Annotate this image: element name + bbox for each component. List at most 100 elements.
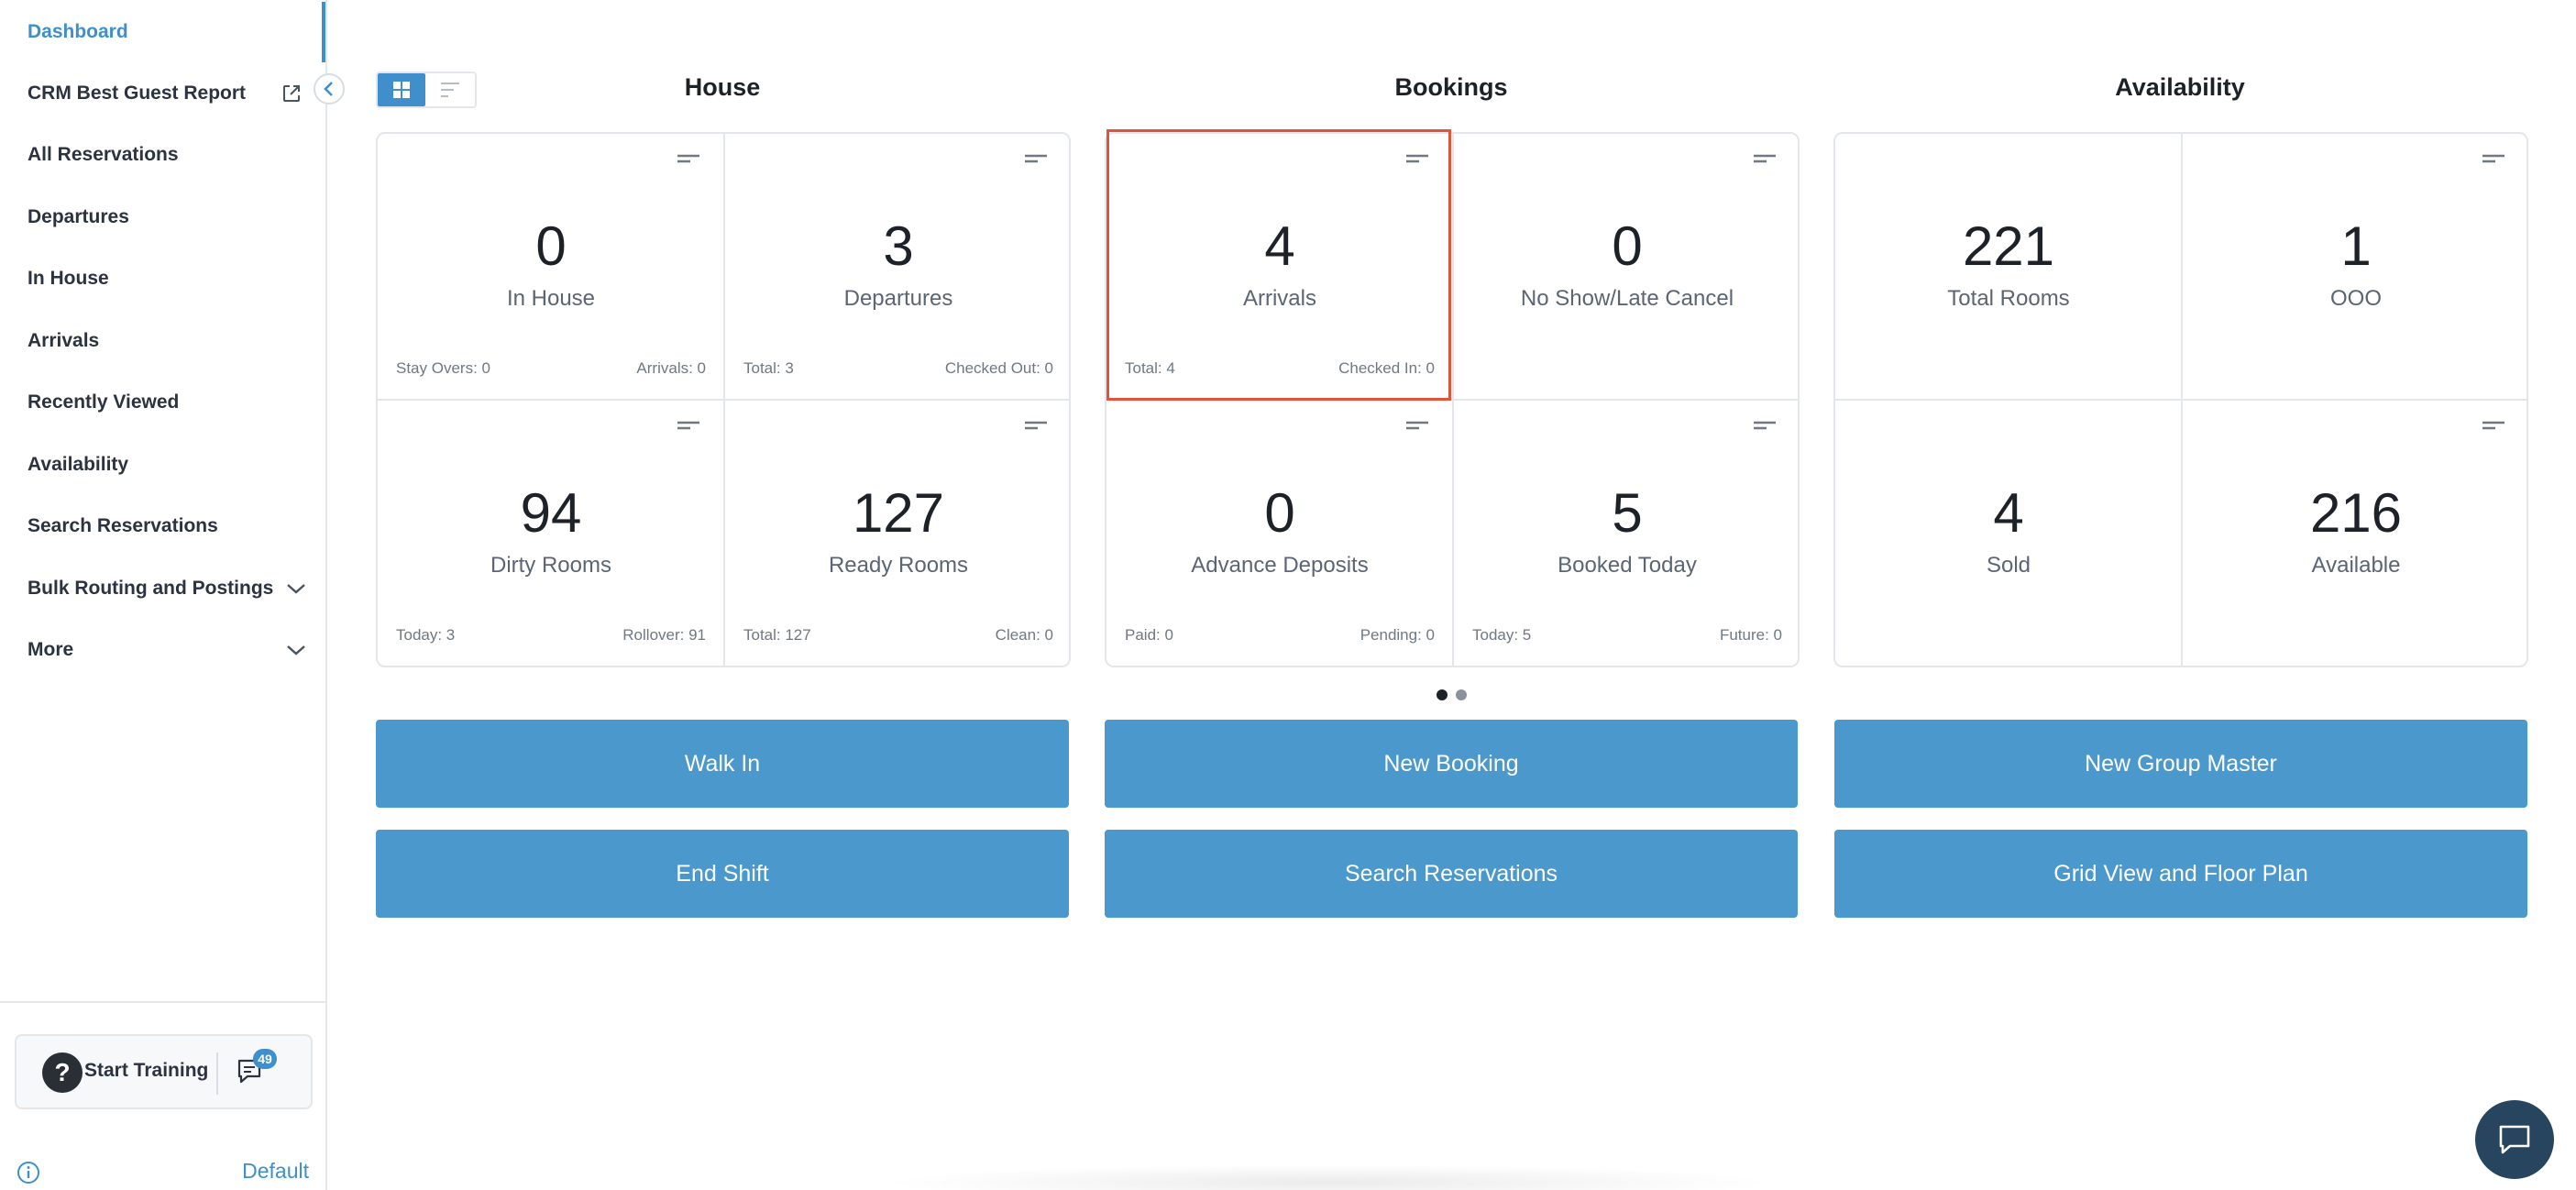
- tile-menu-icon[interactable]: [1753, 154, 1777, 169]
- tile-footer-right: Checked Out: 0: [944, 359, 1053, 377]
- default-property-link[interactable]: Default: [242, 1159, 309, 1184]
- sidebar-item-label: Departures: [28, 206, 129, 227]
- collapse-sidebar-button[interactable]: [314, 73, 345, 105]
- tile-no-show-late-cancel[interactable]: 0 No Show/Late Cancel: [1454, 134, 1800, 400]
- tile-footer-left: Paid: 0: [1125, 626, 1173, 644]
- tile-menu-icon[interactable]: [677, 154, 700, 169]
- tile-value: 5: [1612, 482, 1643, 544]
- tile-label: Advance Deposits: [1191, 553, 1369, 578]
- section-title-bookings: Bookings: [1394, 73, 1508, 101]
- tile-menu-icon[interactable]: [1405, 421, 1429, 435]
- end-shift-button[interactable]: End Shift: [376, 830, 1069, 918]
- carousel-dot-1[interactable]: [1437, 689, 1448, 700]
- tile-total-rooms[interactable]: 221 Total Rooms: [1835, 134, 2182, 400]
- sidebar-divider: [0, 1001, 325, 1003]
- tile-label: No Show/Late Cancel: [1520, 286, 1734, 311]
- tile-sold[interactable]: 4 Sold: [1835, 401, 2182, 667]
- tile-value: 3: [883, 215, 914, 277]
- message-count-badge: 49: [253, 1049, 277, 1069]
- new-group-master-button[interactable]: New Group Master: [1834, 720, 2527, 808]
- tile-value: 1: [2340, 215, 2372, 277]
- tile-footer-right: Rollover: 91: [622, 626, 706, 644]
- tile-menu-icon[interactable]: [677, 421, 700, 435]
- house-tiles: 0 In House Stay Overs: 0 Arrivals: 0 3 D…: [376, 132, 1071, 667]
- tile-menu-icon[interactable]: [2482, 154, 2505, 169]
- sidebar-item-departures[interactable]: Departures: [0, 187, 325, 248]
- tile-label: OOO: [2329, 286, 2382, 311]
- tile-value: 0: [535, 215, 567, 277]
- sidebar-item-label: CRM Best Guest Report: [28, 83, 247, 104]
- tile-footer-left: Today: 3: [396, 626, 456, 644]
- tile-menu-icon[interactable]: [1753, 421, 1777, 435]
- tile-footer-right: Pending: 0: [1360, 626, 1435, 644]
- tile-value: 94: [520, 482, 582, 544]
- tile-menu-icon[interactable]: [2482, 421, 2505, 435]
- chevron-down-icon: [287, 584, 305, 594]
- tile-available[interactable]: 216 Available: [2183, 401, 2529, 667]
- tile-footer-left: Total: 127: [743, 626, 811, 644]
- tile-booked-today[interactable]: 5 Booked Today Today: 5 Future: 0: [1454, 401, 1800, 667]
- sidebar-item-recently-viewed[interactable]: Recently Viewed: [0, 372, 325, 433]
- sidebar-item-in-house[interactable]: In House: [0, 248, 325, 309]
- sidebar-item-more[interactable]: More: [0, 620, 325, 680]
- chat-button[interactable]: [2475, 1100, 2554, 1179]
- tile-value: 0: [1264, 482, 1295, 544]
- sidebar-item-dashboard[interactable]: Dashboard: [0, 2, 325, 62]
- bottom-shadow: [880, 1164, 1778, 1190]
- sidebar-item-label: In House: [28, 268, 109, 289]
- tile-ready-rooms[interactable]: 127 Ready Rooms Total: 127 Clean: 0: [725, 401, 1072, 667]
- tile-value: 216: [2309, 482, 2403, 544]
- sidebar-item-bulk-routing[interactable]: Bulk Routing and Postings: [0, 558, 325, 619]
- sidebar-item-label: Search Reservations: [28, 515, 218, 536]
- start-training-button[interactable]: Start Training: [84, 1060, 208, 1082]
- tile-in-house[interactable]: 0 In House Stay Overs: 0 Arrivals: 0: [378, 134, 724, 400]
- tile-value: 221: [1962, 215, 2055, 277]
- tile-footer-left: Total: 3: [743, 359, 794, 377]
- tile-footer-left: Stay Overs: 0: [396, 359, 490, 377]
- sidebar-item-arrivals[interactable]: Arrivals: [0, 311, 325, 371]
- tile-label: Sold: [1986, 553, 2031, 578]
- tile-menu-icon[interactable]: [1024, 421, 1048, 435]
- external-link-icon[interactable]: [281, 83, 302, 104]
- tile-label: Ready Rooms: [828, 553, 969, 578]
- sidebar-item-label: More: [28, 639, 74, 660]
- carousel-dot-2[interactable]: [1456, 689, 1467, 700]
- tile-departures[interactable]: 3 Departures Total: 3 Checked Out: 0: [725, 134, 1072, 400]
- chevron-down-icon: [287, 645, 305, 656]
- tile-label: Departures: [843, 286, 953, 311]
- sidebar-item-all-reservations[interactable]: All Reservations: [0, 125, 325, 185]
- tile-label: Available: [2311, 553, 2401, 578]
- tile-label: Dirty Rooms: [490, 553, 611, 578]
- section-title-house: House: [684, 73, 761, 101]
- selected-tile-highlight: [1106, 129, 1451, 401]
- chevron-left-icon: [324, 82, 333, 96]
- section-title-availability: Availability: [2115, 73, 2245, 101]
- new-booking-button[interactable]: New Booking: [1105, 720, 1798, 808]
- search-reservations-button[interactable]: Search Reservations: [1105, 830, 1798, 918]
- tile-label: Total Rooms: [1947, 286, 2070, 311]
- tile-value: 0: [1612, 215, 1643, 277]
- tile-label: Booked Today: [1558, 553, 1697, 578]
- tile-footer-left: Today: 5: [1472, 626, 1532, 644]
- tile-footer-right: Arrivals: 0: [636, 359, 706, 377]
- sidebar-item-crm-best-guest-report[interactable]: CRM Best Guest Report: [0, 63, 325, 124]
- tile-dirty-rooms[interactable]: 94 Dirty Rooms Today: 3 Rollover: 91: [378, 401, 724, 667]
- chat-icon: [2499, 1125, 2530, 1154]
- tile-ooo[interactable]: 1 OOO: [2183, 134, 2529, 400]
- training-panel: ? Start Training 49: [15, 1034, 313, 1109]
- sidebar-item-label: All Reservations: [28, 144, 179, 165]
- tile-advance-deposits[interactable]: 0 Advance Deposits Paid: 0 Pending: 0: [1106, 401, 1453, 667]
- tile-menu-icon[interactable]: [1024, 154, 1048, 169]
- tile-footer-right: Clean: 0: [995, 626, 1053, 644]
- tile-value: 127: [852, 482, 945, 544]
- availability-tiles: 221 Total Rooms 1 OOO 4 Sold 216 Availab…: [1833, 132, 2528, 667]
- help-icon[interactable]: ?: [42, 1052, 83, 1093]
- sidebar-item-label: Arrivals: [28, 330, 100, 351]
- grid-view-floor-plan-button[interactable]: Grid View and Floor Plan: [1834, 830, 2527, 918]
- sidebar-item-availability[interactable]: Availability: [0, 435, 325, 495]
- tile-label: In House: [506, 286, 596, 311]
- sidebar-item-label: Availability: [28, 454, 129, 475]
- walk-in-button[interactable]: Walk In: [376, 720, 1069, 808]
- info-icon[interactable]: [17, 1161, 40, 1184]
- sidebar-item-search-reservations[interactable]: Search Reservations: [0, 496, 325, 556]
